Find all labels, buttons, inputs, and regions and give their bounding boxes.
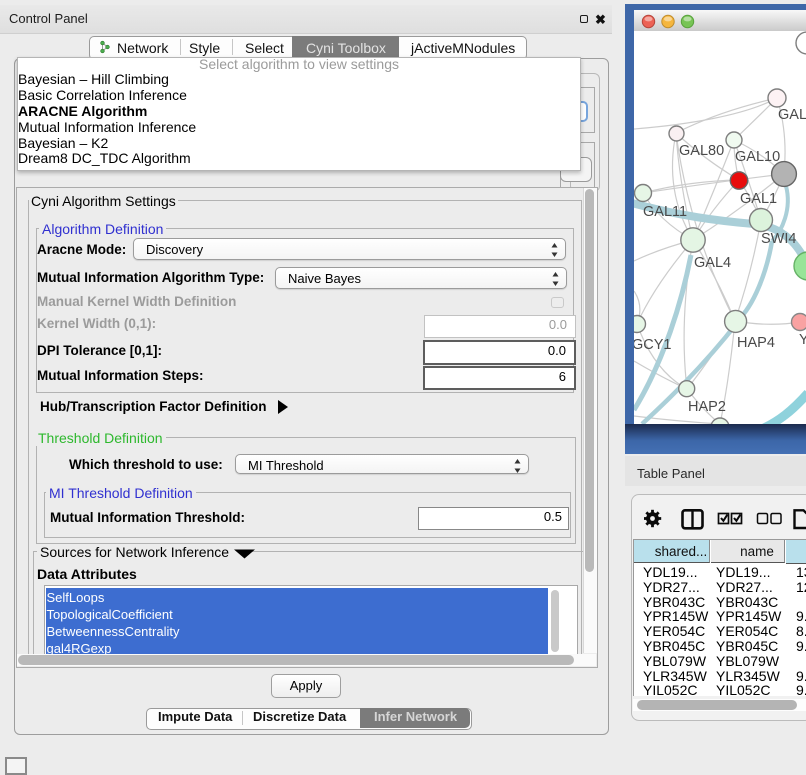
svg-text:GAL80: GAL80 [679, 143, 724, 159]
svg-text:GAL1: GAL1 [740, 191, 777, 207]
svg-text:GCY1: GCY1 [634, 337, 672, 353]
svg-text:SWI4: SWI4 [761, 231, 796, 247]
svg-text:GAL11: GAL11 [643, 204, 687, 220]
svg-text:GAL10: GAL10 [735, 149, 780, 165]
svg-text:GAL7: GAL7 [778, 107, 806, 123]
svg-text:GAL4: GAL4 [694, 255, 731, 271]
svg-text:HAP2: HAP2 [688, 399, 726, 415]
svg-text:YJL: YJL [799, 332, 806, 348]
svg-text:HAP4: HAP4 [737, 335, 775, 351]
